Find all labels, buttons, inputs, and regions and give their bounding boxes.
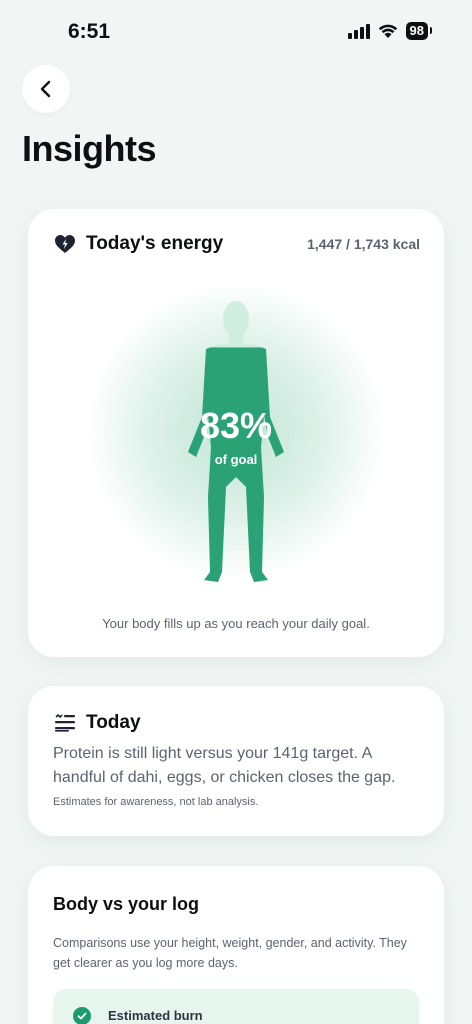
heart-bolt-icon: [55, 235, 75, 253]
chevron-left-icon: [40, 80, 51, 98]
today-insight-text: Protein is still light versus your 141g …: [53, 745, 396, 786]
goal-percent-label: of goal: [214, 452, 258, 467]
today-card: Today Protein is still light versus your…: [28, 686, 444, 836]
wifi-icon: [378, 24, 397, 38]
body-vs-log-title: Body vs your log: [53, 894, 200, 914]
energy-card: Today's energy 1,447 / 1,743 kcal 83% of…: [28, 209, 444, 657]
kcal-readout: 1,447 / 1,743 kcal: [307, 236, 420, 252]
energy-card-header: Today's energy 1,447 / 1,743 kcal: [54, 233, 420, 255]
status-icons: 98: [347, 22, 433, 40]
goal-percent: 83%: [199, 405, 273, 446]
body-vs-log-card: Body vs your log Comparisons use your he…: [28, 866, 444, 1024]
back-button[interactable]: [22, 65, 70, 113]
check-circle-icon: [73, 1007, 91, 1024]
status-bar: 6:51 98: [0, 0, 472, 64]
estimated-burn-row[interactable]: Estimated burn: [53, 989, 419, 1024]
page-title: Insights: [22, 128, 157, 169]
body-vs-log-description: Comparisons use your height, weight, gen…: [53, 936, 407, 970]
signal-icon: [347, 23, 370, 39]
estimated-burn-label: Estimated burn: [108, 1008, 203, 1023]
energy-title: Today's energy: [86, 233, 224, 254]
today-title: Today: [86, 712, 141, 733]
status-time: 6:51: [68, 20, 111, 43]
today-disclaimer: Estimates for awareness, not lab analysi…: [53, 796, 259, 808]
today-header: Today: [54, 712, 141, 734]
body-caption: Your body fills up as you reach your dai…: [102, 616, 370, 631]
battery-icon: 98: [405, 22, 433, 40]
list-icon: [55, 714, 75, 732]
